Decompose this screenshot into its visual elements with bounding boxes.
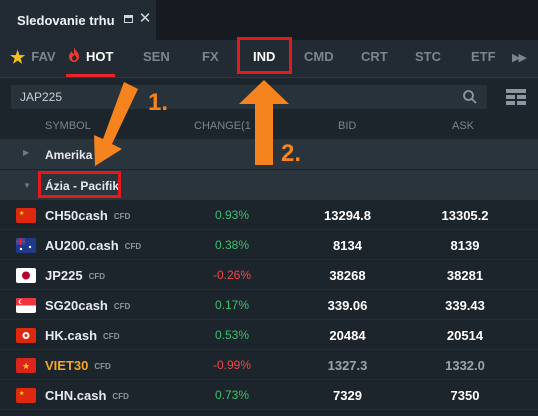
- annotation-arrows: [94, 80, 289, 166]
- step-2-label: 2.: [281, 140, 302, 167]
- arrow-1: [94, 82, 138, 166]
- step-1-label: 1.: [148, 89, 169, 116]
